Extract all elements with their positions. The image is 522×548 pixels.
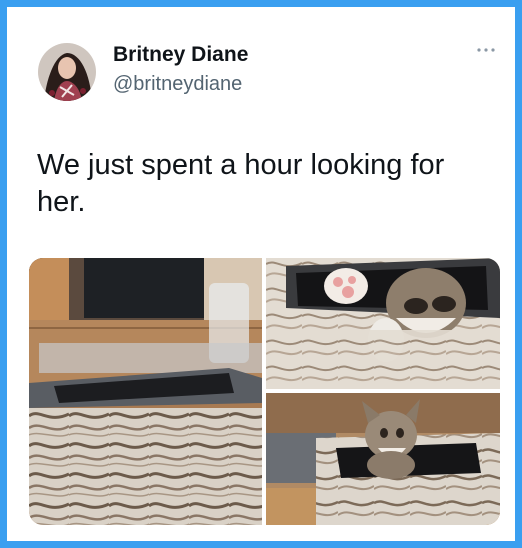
photo-tissue-box-image <box>29 258 262 525</box>
photo-kitten-peeking-image <box>266 393 500 525</box>
photo-kitten-paws-image <box>266 258 500 389</box>
author-name[interactable]: Britney Diane <box>113 43 248 67</box>
photo-kitten-peeking-from-box[interactable] <box>266 393 500 525</box>
avatar-image <box>38 43 96 101</box>
more-options-button[interactable] <box>469 39 503 61</box>
tweet-text: We just spent a hour looking for her. <box>37 149 445 218</box>
more-horizontal-icon <box>477 48 495 52</box>
photo-kitten-paws-in-box[interactable] <box>266 258 500 389</box>
tweet-card: Britney Diane @britneydiane We just spen… <box>7 7 515 541</box>
avatar[interactable] <box>38 43 96 101</box>
tweet-media-grid[interactable] <box>29 258 500 525</box>
author-handle[interactable]: @britneydiane <box>113 73 242 96</box>
photo-tissue-box-table[interactable] <box>29 258 262 525</box>
